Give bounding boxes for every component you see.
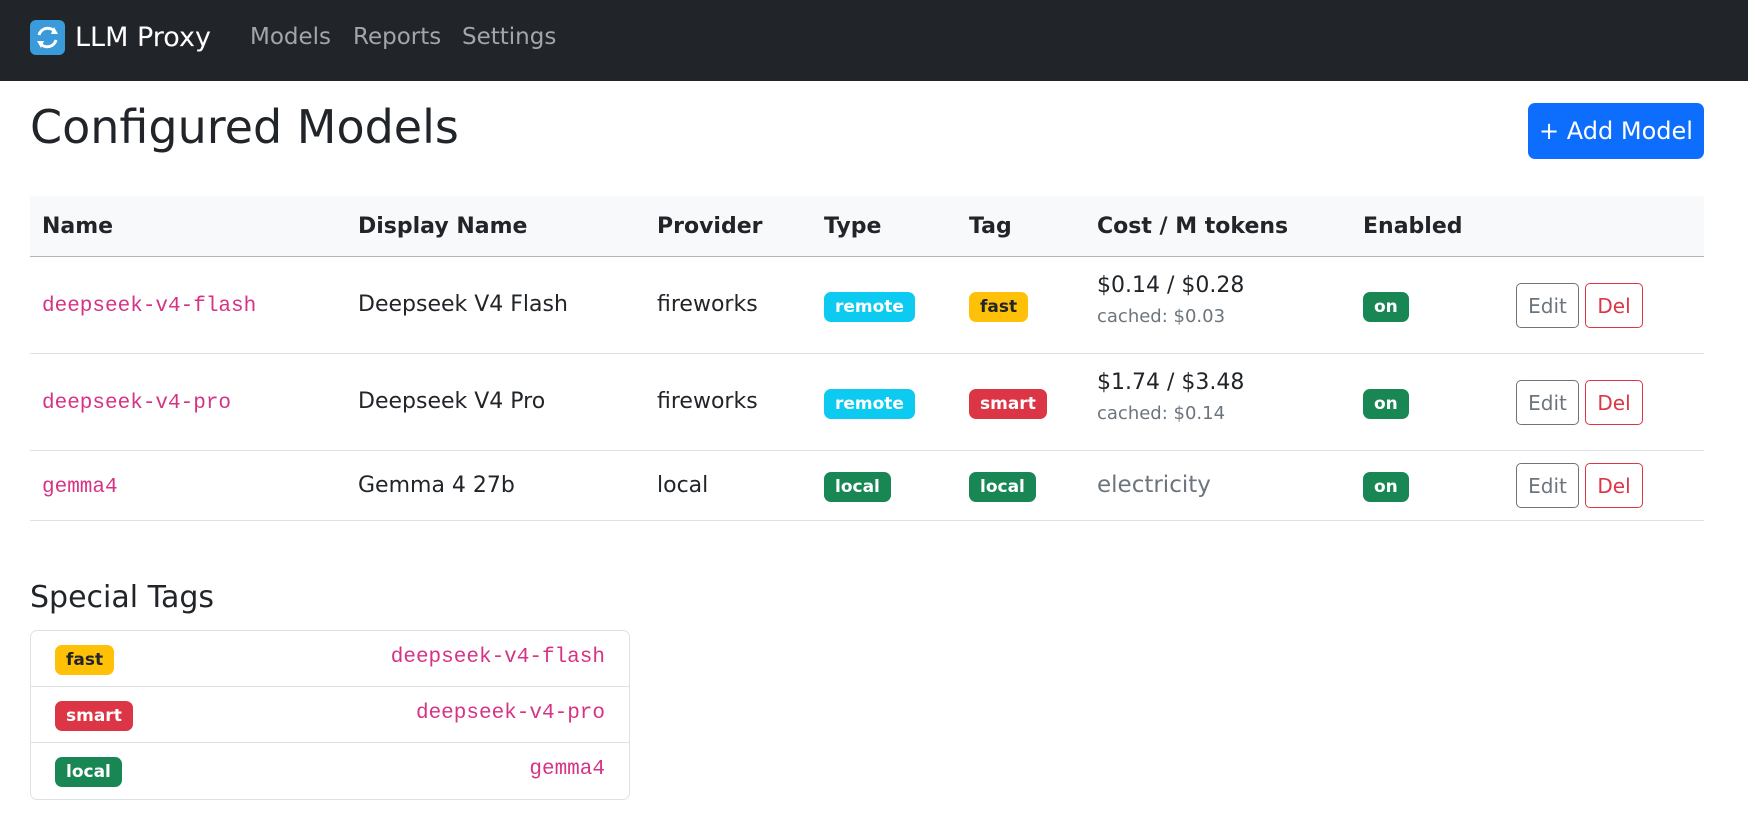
header-provider: Provider xyxy=(657,214,763,239)
model-name: deepseek-v4-pro xyxy=(42,392,232,415)
nav-models[interactable]: Models xyxy=(250,24,331,50)
provider: local xyxy=(657,473,709,498)
refresh-arrows-icon xyxy=(30,20,65,55)
tag-model: gemma4 xyxy=(529,758,605,781)
tag-badge: local xyxy=(55,757,122,787)
cost-value: $1.74 / $3.48 xyxy=(1097,370,1245,395)
edit-button[interactable]: Edit xyxy=(1516,283,1579,328)
nav-reports[interactable]: Reports xyxy=(353,24,441,50)
provider: fireworks xyxy=(657,389,758,414)
cost-value: electricity xyxy=(1097,472,1211,498)
table-header: Name Display Name Provider Type Tag Cost… xyxy=(30,196,1704,257)
edit-button[interactable]: Edit xyxy=(1516,463,1579,508)
table-row: deepseek-v4-flash Deepseek V4 Flash fire… xyxy=(30,257,1704,354)
tag-badge: smart xyxy=(969,389,1047,419)
delete-button[interactable]: Del xyxy=(1585,380,1643,425)
cost-value: $0.14 / $0.28 xyxy=(1097,273,1245,298)
navbar: LLM Proxy Models Reports Settings xyxy=(0,0,1748,81)
cost-cell: $1.74 / $3.48 cached: $0.14 xyxy=(1097,370,1244,424)
table-row: gemma4 Gemma 4 27b local local local ele… xyxy=(30,451,1704,521)
nav-settings[interactable]: Settings xyxy=(462,24,556,50)
edit-button[interactable]: Edit xyxy=(1516,380,1579,425)
display-name: Deepseek V4 Pro xyxy=(358,389,546,414)
header-tag: Tag xyxy=(969,214,1012,239)
tag-badge: local xyxy=(969,472,1036,502)
tag-badge: fast xyxy=(55,645,115,675)
add-model-button[interactable]: + Add Model xyxy=(1528,103,1704,159)
type-badge: remote xyxy=(824,389,915,419)
provider: fireworks xyxy=(657,292,758,317)
cached-cost: cached: $0.14 xyxy=(1097,403,1226,424)
page-title: Configured Models xyxy=(30,100,459,154)
enabled-badge: on xyxy=(1363,389,1409,419)
brand-text: LLM Proxy xyxy=(75,22,211,53)
list-item: smart deepseek-v4-pro xyxy=(31,687,629,743)
cached-cost: cached: $0.03 xyxy=(1097,306,1226,327)
header-type: Type xyxy=(824,214,882,239)
special-tags-list: fast deepseek-v4-flash smart deepseek-v4… xyxy=(30,630,630,800)
header-display-name: Display Name xyxy=(358,214,528,239)
display-name: Gemma 4 27b xyxy=(358,473,515,498)
type-badge: remote xyxy=(824,292,915,322)
header-enabled: Enabled xyxy=(1363,214,1463,239)
brand-link[interactable]: LLM Proxy xyxy=(30,20,211,55)
models-table: Name Display Name Provider Type Tag Cost… xyxy=(30,196,1704,521)
header-name: Name xyxy=(42,214,114,239)
table-row: deepseek-v4-pro Deepseek V4 Pro firework… xyxy=(30,354,1704,451)
list-item: local gemma4 xyxy=(31,743,629,799)
tag-badge: smart xyxy=(55,701,133,731)
tag-model: deepseek-v4-flash xyxy=(390,646,605,669)
delete-button[interactable]: Del xyxy=(1585,463,1643,508)
enabled-badge: on xyxy=(1363,472,1409,502)
display-name: Deepseek V4 Flash xyxy=(358,292,568,317)
tag-model: deepseek-v4-pro xyxy=(415,702,605,725)
type-badge: local xyxy=(824,472,891,502)
header-cost: Cost / M tokens xyxy=(1097,214,1289,239)
special-tags-title: Special Tags xyxy=(30,580,215,615)
model-name: gemma4 xyxy=(42,476,118,499)
enabled-badge: on xyxy=(1363,292,1409,322)
delete-button[interactable]: Del xyxy=(1585,283,1643,328)
model-name: deepseek-v4-flash xyxy=(42,295,257,318)
tag-badge: fast xyxy=(969,292,1029,322)
list-item: fast deepseek-v4-flash xyxy=(31,631,629,687)
cost-cell: $0.14 / $0.28 cached: $0.03 xyxy=(1097,273,1244,327)
